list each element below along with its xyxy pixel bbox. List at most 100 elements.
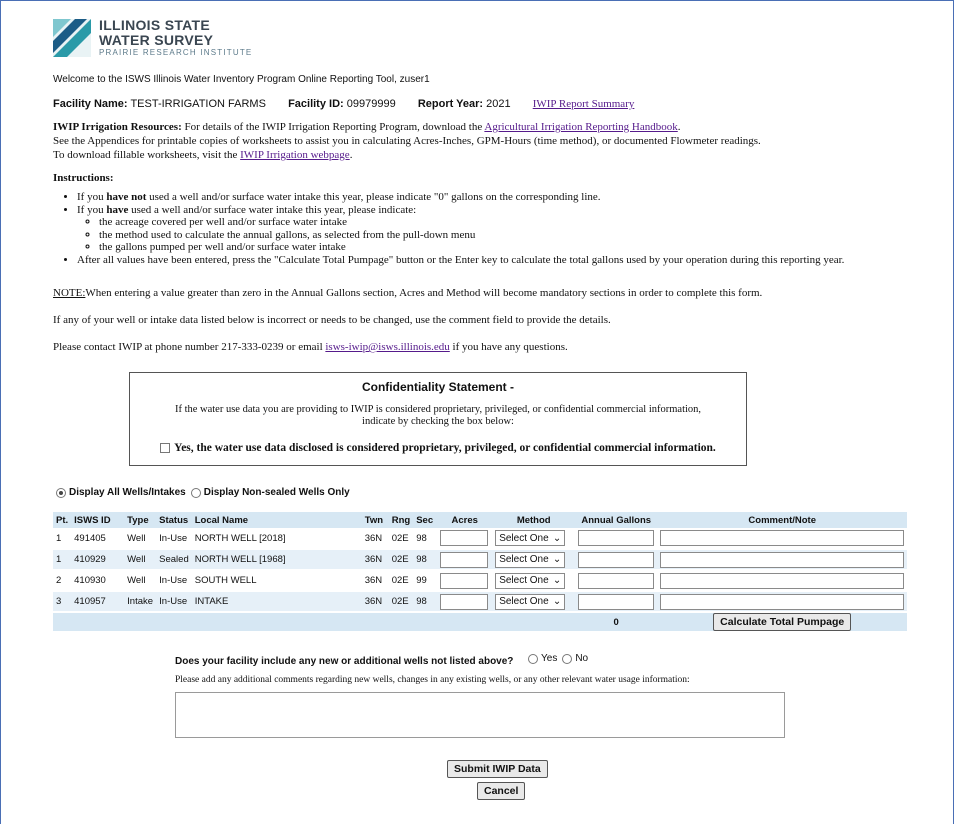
method-select[interactable]: Select One ⌄ [495,530,566,546]
b1-pre: If you [77,191,107,203]
calculate-total-button[interactable]: Calculate Total Pumpage [713,613,852,631]
acres-input[interactable] [440,593,489,610]
annual-gallons-input[interactable] [578,593,655,610]
cell-sec: 99 [413,570,438,592]
cancel-button[interactable]: Cancel [477,782,526,800]
cell-type: Well [124,528,157,550]
contact-post: if you have any questions. [449,341,568,353]
chevron-down-icon: ⌄ [552,554,562,565]
irrigation-webpage-link[interactable]: IWIP Irrigation webpage [240,149,350,161]
chevron-down-icon: ⌄ [552,532,562,544]
comment-input[interactable] [660,551,905,568]
annual-gallons-input[interactable] [578,551,655,568]
col-local-name: Local Name [191,512,362,528]
b2-post: used a well and/or surface water intake … [128,203,417,216]
instruction-sublist: the acreage covered per well and/or surf… [77,216,844,254]
cell-status: In-Use [156,591,192,613]
method-select[interactable]: Select One ⌄ [495,551,566,568]
instructions-list: If you have not used a well and/or surfa… [63,191,844,267]
instruction-item: After all values have been entered, pres… [77,254,844,267]
cell-status: In-Use [156,528,192,550]
annual-gallons-input[interactable] [578,572,655,589]
report-summary-link[interactable]: IWIP Report Summary [533,98,635,110]
display-nonsealed-label[interactable]: Display Non-sealed Wells Only [204,487,350,498]
confidentiality-checkbox-label[interactable]: Yes, the water use data disclosed is con… [174,442,716,454]
worksheets-text: To download fillable worksheets, visit t… [53,149,241,161]
method-select-value: Select One [499,575,549,586]
display-all-label[interactable]: Display All Wells/Intakes [69,487,186,498]
cell-isws-id: 410957 [71,591,125,613]
new-wells-no-radio[interactable] [562,653,573,664]
acres-input[interactable] [440,530,489,546]
resources-line-3: To download fillable worksheets, visit t… [53,149,352,161]
method-select-value: Select One [499,596,549,607]
new-wells-options: Yes No [528,653,588,664]
additional-comments-label: Please add any additional comments regar… [175,675,690,685]
table-row: 3 410957 Intake In-Use INTAKE 36N 02E 98… [53,591,908,613]
additional-comments-textarea[interactable] [175,692,785,738]
col-pt: Pt. [53,512,72,528]
confidentiality-checkbox[interactable] [160,443,171,453]
cell-pt: 2 [53,570,72,592]
cell-rng: 02E [388,591,414,613]
display-all-radio[interactable] [56,487,66,498]
method-select-value: Select One [499,532,549,544]
col-comment: Comment/Note [657,512,908,528]
col-annual-gallons: Annual Gallons [575,512,658,528]
resources-period: . [677,121,681,133]
logo-line-2: WATER SURVEY [99,31,214,48]
instruction-subitem: the gallons pumped per well and/or surfa… [99,241,844,254]
display-nonsealed-radio[interactable] [190,487,201,498]
cell-twn: 36N [361,570,389,592]
facility-name-value: TEST-IRRIGATION FARMS [130,98,266,110]
new-wells-yes-label[interactable]: Yes [541,653,557,664]
method-select[interactable]: Select One ⌄ [495,593,566,610]
note-text: NOTE:When entering a value greater than … [53,287,762,299]
cell-type: Intake [124,591,157,613]
cell-isws-id: 410929 [71,549,125,571]
instruction-item: If you have not used a well and/or surfa… [77,191,844,204]
email-link[interactable]: isws-iwip@isws.illinois.edu [325,341,449,353]
isws-logo-icon [53,19,91,57]
comment-input[interactable] [660,593,905,610]
annual-gallons-input[interactable] [578,530,655,546]
logo-line-3: PRAIRIE RESEARCH INSTITUTE [99,48,253,58]
new-wells-no-label[interactable]: No [575,653,588,664]
col-status: Status [156,512,192,528]
cell-twn: 36N [361,549,389,571]
table-total-row: 0 Calculate Total Pumpage [53,612,908,633]
worksheets-period: . [349,149,353,161]
cell-sec: 98 [413,528,438,550]
welcome-text: Welcome to the ISWS Illinois Water Inven… [53,74,430,85]
col-twn: Twn [361,512,389,528]
cell-type: Well [124,570,157,592]
submit-button[interactable]: Submit IWIP Data [447,760,548,778]
note-label: NOTE: [53,287,86,299]
table-header-row: Pt. ISWS ID Type Status Local Name Twn R… [53,512,908,528]
cell-isws-id: 410930 [71,570,125,592]
acres-input[interactable] [440,572,489,589]
new-wells-yes-radio[interactable] [528,653,538,664]
cell-twn: 36N [361,528,389,550]
b1-bold: have not [106,191,147,203]
comment-input[interactable] [660,530,905,546]
display-filter: Display All Wells/Intakes Display Non-se… [56,487,350,498]
col-sec: Sec [413,512,438,528]
cell-local-name: NORTH WELL [1968] [191,549,362,571]
cell-status: Sealed [156,549,192,571]
method-select[interactable]: Select One ⌄ [495,572,566,589]
logo-line-1: ILLINOIS STATE [99,17,211,34]
confidentiality-line-1: If the water use data you are providing … [174,404,702,415]
table-row: 1 491405 Well In-Use NORTH WELL [2018] 3… [53,528,908,550]
cell-rng: 02E [388,570,414,592]
facility-info: Facility Name: TEST-IRRIGATION FARMS Fac… [53,98,634,110]
wells-table: Pt. ISWS ID Type Status Local Name Twn R… [53,512,908,633]
handbook-link[interactable]: Agricultural Irrigation Reporting Handbo… [484,121,677,133]
cell-sec: 98 [413,549,438,571]
acres-input[interactable] [440,551,489,568]
confidentiality-title: Confidentiality Statement - [361,380,514,394]
comment-input[interactable] [660,572,905,589]
col-isws-id: ISWS ID [71,512,125,528]
resources-text: For details of the IWIP Irrigation Repor… [181,121,485,133]
contact-pre: Please contact IWIP at phone number 217-… [53,341,326,353]
